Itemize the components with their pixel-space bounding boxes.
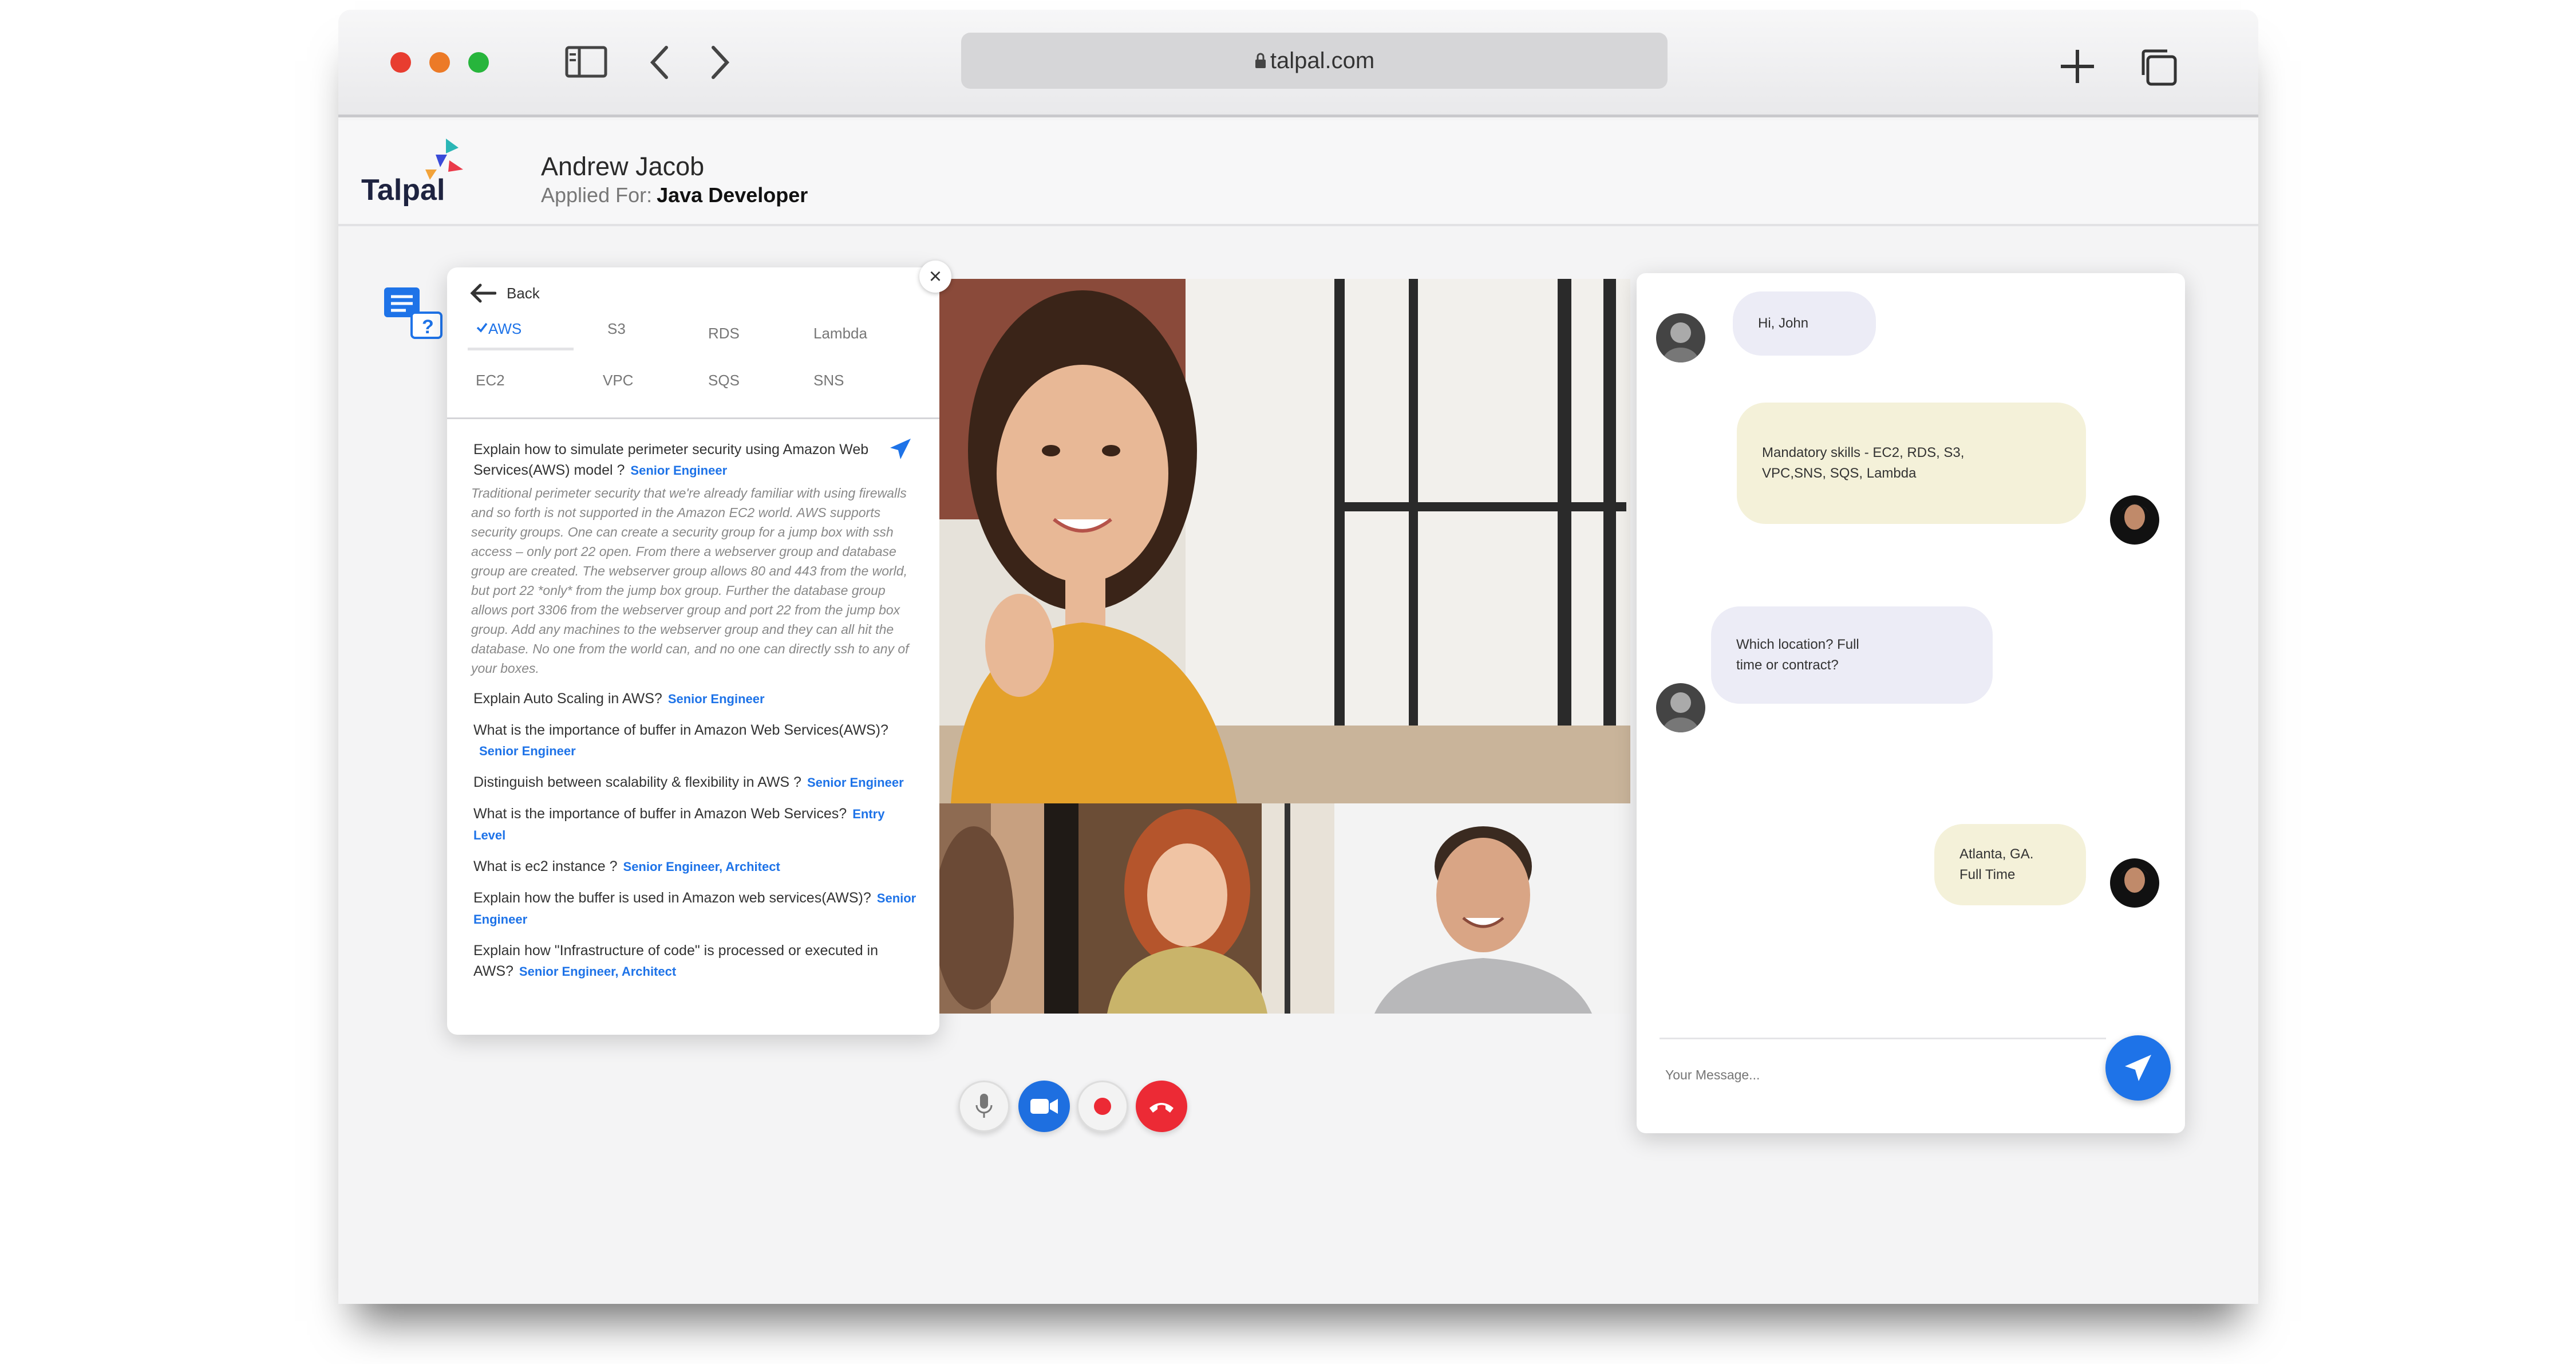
check-icon bbox=[476, 322, 488, 333]
candidate-name: Andrew Jacob bbox=[541, 152, 705, 181]
main-video-feed bbox=[939, 279, 1630, 803]
question-item[interactable]: Explain how "Infrastructure of code" is … bbox=[473, 940, 920, 982]
applied-for-role: Java Developer bbox=[657, 183, 808, 207]
tab-sns[interactable]: SNS bbox=[813, 372, 844, 389]
send-message-button[interactable] bbox=[2105, 1035, 2171, 1101]
applied-for-label: Applied For: bbox=[541, 183, 653, 207]
hang-up-icon bbox=[1149, 1103, 1174, 1113]
forward-arrow-icon[interactable] bbox=[709, 44, 732, 81]
avatar bbox=[1656, 313, 1705, 362]
participant-video[interactable] bbox=[939, 803, 1044, 1014]
lock-icon bbox=[1255, 53, 1266, 68]
chat-message-outgoing: Atlanta, GA. Full Time bbox=[1934, 824, 2086, 905]
new-tab-icon[interactable] bbox=[2057, 46, 2097, 86]
record-icon bbox=[1094, 1098, 1111, 1115]
question-item[interactable]: Explain how to simulate perimeter securi… bbox=[471, 439, 920, 678]
chat-message-outgoing: Mandatory skills - EC2, RDS, S3, VPC,SNS… bbox=[1737, 403, 2086, 524]
maximize-window-button[interactable] bbox=[468, 52, 489, 73]
avatar bbox=[1656, 683, 1705, 732]
tab-aws[interactable]: AWS bbox=[476, 320, 521, 338]
tab-vpc[interactable]: VPC bbox=[603, 372, 633, 389]
close-window-button[interactable] bbox=[390, 52, 411, 73]
tab-lambda[interactable]: Lambda bbox=[813, 325, 867, 342]
back-label: Back bbox=[507, 284, 540, 302]
record-button[interactable] bbox=[1077, 1081, 1128, 1132]
message-input[interactable] bbox=[1665, 1061, 2077, 1089]
avatar bbox=[2110, 495, 2159, 545]
question-item[interactable]: What is the importance of buffer in Amaz… bbox=[473, 803, 920, 846]
chat-panel: Hi, John Mandatory skills - EC2, RDS, S3… bbox=[1637, 273, 2185, 1133]
app-header: Talpal Andrew Jacob Applied For: Java Dev… bbox=[338, 120, 2258, 226]
question-panel: Back AWS S3 RDS Lambda EC2 VPC SQS SNS E… bbox=[447, 267, 939, 1035]
close-panel-button[interactable]: × bbox=[919, 261, 951, 293]
question-item[interactable]: Explain Auto Scaling in AWS? Senior Engin… bbox=[473, 688, 920, 709]
back-arrow-icon[interactable] bbox=[648, 44, 671, 81]
question-level: Senior Engineer bbox=[807, 775, 904, 790]
address-bar[interactable]: talpal.com bbox=[961, 33, 1668, 89]
video-camera-icon bbox=[1030, 1099, 1058, 1114]
question-level: Senior Engineer bbox=[630, 463, 728, 478]
tab-ec2[interactable]: EC2 bbox=[476, 372, 505, 389]
question-item[interactable]: What is ec2 instance ? Senior Engineer, A… bbox=[473, 856, 920, 877]
svg-text:?: ? bbox=[422, 316, 434, 338]
question-answer: Traditional perimeter security that we'r… bbox=[471, 486, 909, 676]
question-item[interactable]: What is the importance of buffer in Amaz… bbox=[473, 720, 920, 762]
end-call-button[interactable] bbox=[1136, 1081, 1187, 1132]
chat-message-incoming: Hi, John bbox=[1733, 291, 1876, 356]
question-level: Senior Engineer bbox=[479, 744, 576, 758]
applied-for: Applied For: Java Developer bbox=[541, 183, 808, 207]
url-text: talpal.com bbox=[1270, 48, 1375, 73]
tabs-overview-icon[interactable] bbox=[2138, 46, 2179, 88]
question-item[interactable]: Distinguish between scalability & flexib… bbox=[473, 772, 920, 793]
participant-video[interactable] bbox=[1334, 803, 1630, 1014]
arrow-left-icon bbox=[470, 283, 496, 303]
participant-video[interactable] bbox=[1044, 803, 1334, 1014]
send-icon bbox=[2125, 1055, 2151, 1081]
question-level: Senior Engineer, Architect bbox=[519, 964, 677, 979]
question-level: Senior Engineer bbox=[667, 692, 765, 706]
question-list: Explain how to simulate perimeter securi… bbox=[471, 439, 920, 992]
divider bbox=[447, 417, 939, 419]
active-tab-indicator bbox=[468, 348, 574, 350]
divider bbox=[1660, 1038, 2106, 1039]
minimize-window-button[interactable] bbox=[429, 52, 450, 73]
question-level: Senior Engineer, Architect bbox=[623, 860, 780, 874]
tab-rds[interactable]: RDS bbox=[708, 325, 740, 342]
talpal-logo-mark-icon bbox=[425, 139, 463, 180]
sidebar-toggle-icon[interactable] bbox=[564, 44, 608, 80]
question-item[interactable]: Explain how the buffer is used in Amazon… bbox=[473, 888, 920, 930]
question-bank-icon[interactable]: ? bbox=[384, 287, 447, 350]
tab-sqs[interactable]: SQS bbox=[708, 372, 740, 389]
tab-s3[interactable]: S3 bbox=[607, 320, 626, 338]
microphone-icon bbox=[975, 1094, 993, 1118]
mute-button[interactable] bbox=[958, 1081, 1010, 1132]
browser-window: talpal.com Talpal Andrew Jacob Applied F… bbox=[338, 10, 2258, 1304]
back-button[interactable]: Back bbox=[470, 283, 540, 303]
chat-message-incoming: Which location? Full time or contract? bbox=[1711, 606, 1993, 704]
avatar bbox=[2110, 858, 2159, 908]
browser-toolbar: talpal.com bbox=[338, 10, 2258, 117]
camera-toggle-button[interactable] bbox=[1018, 1081, 1070, 1132]
